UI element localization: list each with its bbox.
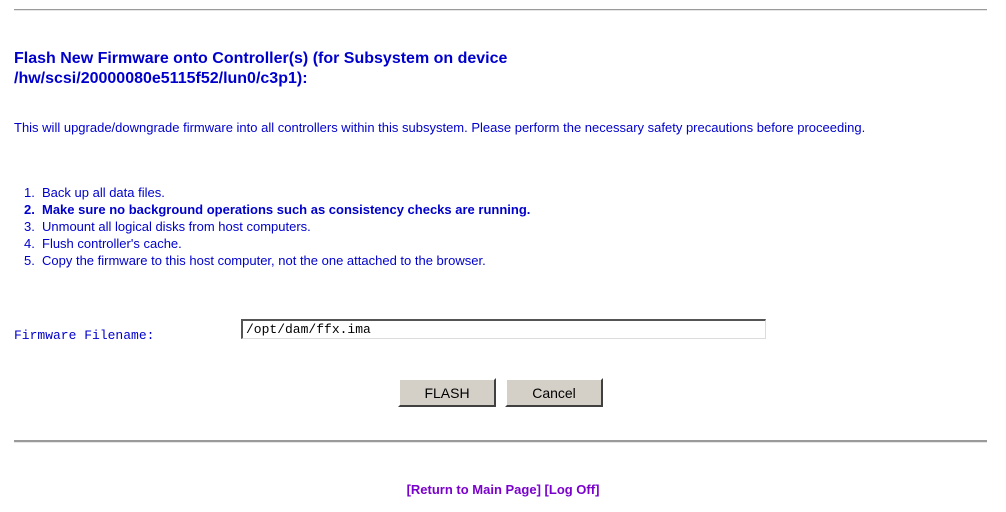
firmware-filename-input[interactable]	[241, 319, 766, 339]
cancel-button[interactable]: Cancel	[505, 378, 603, 407]
step-item: 5. Copy the firmware to this host compute…	[24, 252, 530, 269]
flash-firmware-page: Flash New Firmware onto Controller(s) (f…	[0, 0, 1006, 512]
step-item: 1. Back up all data files.	[24, 184, 530, 201]
page-title-line2: /hw/scsi/20000080e5115f52/lun0/c3p1):	[14, 70, 308, 87]
step-text: Unmount all logical disks from host comp…	[42, 219, 311, 234]
firmware-filename-label: Firmware Filename:	[14, 328, 155, 343]
bottom-divider	[14, 440, 987, 443]
precaution-steps-list: 1. Back up all data files. 2. Make sure no…	[24, 184, 530, 269]
step-item: 3. Unmount all logical disks from host co…	[24, 218, 530, 235]
step-text: Copy the firmware to this host computer,…	[42, 253, 486, 268]
step-item: 4. Flush controller's cache.	[24, 235, 530, 252]
page-title-line1: Flash New Firmware onto Controller(s) (f…	[14, 50, 508, 67]
flash-button[interactable]: FLASH	[398, 378, 496, 407]
intro-text: This will upgrade/downgrade firmware int…	[14, 120, 866, 135]
top-divider	[14, 9, 987, 11]
page-title: Flash New Firmware onto Controller(s) (f…	[14, 49, 914, 89]
step-text: Make sure no background operations such …	[42, 202, 531, 217]
footer-links: [Return to Main Page] [Log Off]	[0, 482, 1006, 497]
step-number: 2.	[24, 202, 35, 217]
step-text: Flush controller's cache.	[42, 236, 182, 251]
step-number: 1.	[24, 185, 35, 200]
return-to-main-page-link[interactable]: [Return to Main Page]	[407, 482, 541, 497]
step-text: Back up all data files.	[42, 185, 165, 200]
step-number: 4.	[24, 236, 35, 251]
step-item: 2. Make sure no background operations suc…	[24, 201, 530, 218]
step-number: 3.	[24, 219, 35, 234]
log-off-link[interactable]: [Log Off]	[545, 482, 600, 497]
step-number: 5.	[24, 253, 35, 268]
